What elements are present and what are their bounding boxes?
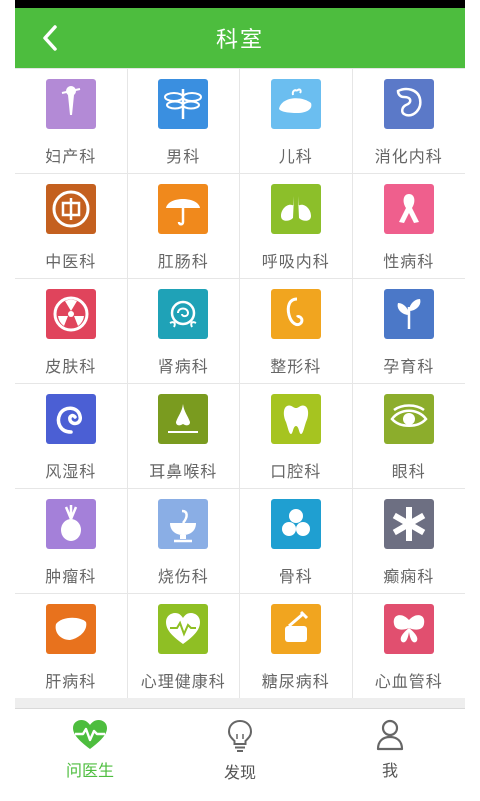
department-item[interactable]: 肝病科 xyxy=(15,594,128,699)
grid-bottom-spacer xyxy=(15,698,465,708)
department-label: 呼吸内科 xyxy=(261,252,330,271)
department-item[interactable]: 整形科 xyxy=(240,279,353,384)
department-item[interactable]: 性病科 xyxy=(352,174,465,279)
eye-icon xyxy=(383,394,434,444)
star-of-life-icon xyxy=(383,499,434,549)
department-item[interactable]: 消化内科 xyxy=(352,69,465,174)
sprout-icon xyxy=(383,289,434,339)
department-label: 孕育科 xyxy=(383,357,435,376)
person-icon xyxy=(376,719,404,751)
tab-ask-doctor[interactable]: 问医生 xyxy=(15,709,165,801)
department-item[interactable]: 肿瘤科 xyxy=(15,489,128,594)
department-label: 眼科 xyxy=(391,462,426,481)
department-item[interactable]: 肛肠科 xyxy=(127,174,240,279)
bone-joint-icon xyxy=(270,499,321,549)
nose-icon xyxy=(158,394,209,444)
department-label: 风湿科 xyxy=(45,462,97,481)
department-item[interactable]: 眼科 xyxy=(352,384,465,489)
page-title: 科室 xyxy=(215,28,264,53)
radiation-icon xyxy=(45,289,96,339)
status-bar xyxy=(15,0,465,8)
department-item[interactable]: 孕育科 xyxy=(352,279,465,384)
department-label: 肛肠科 xyxy=(157,252,209,271)
pineapple-icon xyxy=(45,499,96,549)
department-label: 整形科 xyxy=(270,357,322,376)
department-label: 肝病科 xyxy=(45,672,97,691)
department-label: 妇产科 xyxy=(45,147,97,166)
department-item[interactable]: 皮肤科 xyxy=(15,279,128,384)
department-item[interactable]: 耳鼻喉科 xyxy=(127,384,240,489)
female-figure-icon xyxy=(45,79,96,129)
department-label: 男科 xyxy=(166,147,201,166)
department-item[interactable]: 烧伤科 xyxy=(127,489,240,594)
department-label: 肿瘤科 xyxy=(45,567,97,586)
lightbulb-icon xyxy=(227,719,253,752)
department-item[interactable]: 风湿科 xyxy=(15,384,128,489)
department-item[interactable]: 口腔科 xyxy=(240,384,353,489)
department-item[interactable]: 中医科 xyxy=(15,174,128,279)
department-label: 中医科 xyxy=(45,252,97,271)
dragonfly-icon xyxy=(158,79,209,129)
department-item[interactable]: 癫痫科 xyxy=(352,489,465,594)
pharmacy-bowl-icon xyxy=(158,499,209,549)
whale-icon xyxy=(270,79,321,129)
header-bar: 科室 xyxy=(15,8,465,68)
liver-icon xyxy=(45,604,96,654)
department-item[interactable]: 心理健康科 xyxy=(127,594,240,699)
department-item[interactable]: 妇产科 xyxy=(15,69,128,174)
ribbon-icon xyxy=(383,184,434,234)
tab-discover[interactable]: 发现 xyxy=(165,709,315,801)
department-label: 糖尿病科 xyxy=(261,672,330,691)
department-item[interactable]: 心血管科 xyxy=(352,594,465,699)
department-item[interactable]: 骨科 xyxy=(240,489,353,594)
department-item[interactable]: 呼吸内科 xyxy=(240,174,353,279)
chinese-coin-icon xyxy=(45,184,96,234)
department-label: 耳鼻喉科 xyxy=(149,462,218,481)
department-label: 骨科 xyxy=(278,567,313,586)
spiral-icon xyxy=(45,394,96,444)
tab-label: 问医生 xyxy=(65,761,114,780)
heart-pulse-icon xyxy=(73,720,107,749)
department-label: 消化内科 xyxy=(374,147,443,166)
department-label: 儿科 xyxy=(278,147,313,166)
department-item[interactable]: 男科 xyxy=(127,69,240,174)
heartbeat-icon xyxy=(158,604,209,654)
department-label: 肾病科 xyxy=(157,357,209,376)
rose-icon xyxy=(158,289,209,339)
app-frame: 科室 妇产科 男科 儿科 消化内科中医科 肛肠科 呼吸内科 性病科皮肤科 肾病科 整形科 孕育科风… xyxy=(15,0,465,801)
tab-label: 发现 xyxy=(223,763,256,782)
umbrella-icon xyxy=(158,184,209,234)
insulin-icon xyxy=(270,604,321,654)
department-label: 性病科 xyxy=(383,252,435,271)
tab-me[interactable]: 我 xyxy=(315,709,465,801)
department-label: 口腔科 xyxy=(270,462,322,481)
face-outline-icon xyxy=(270,289,321,339)
stomach-icon xyxy=(383,79,434,129)
department-item[interactable]: 儿科 xyxy=(240,69,353,174)
lungs-icon xyxy=(270,184,321,234)
department-item[interactable]: 糖尿病科 xyxy=(240,594,353,699)
tab-label: 我 xyxy=(381,761,398,780)
back-arrow-icon xyxy=(43,25,57,51)
department-label: 心理健康科 xyxy=(140,672,226,691)
department-label: 癫痫科 xyxy=(383,567,435,586)
department-grid: 妇产科 男科 儿科 消化内科中医科 肛肠科 呼吸内科 性病科皮肤科 肾病科 整形科 孕育科风湿科 耳… xyxy=(15,68,465,699)
department-label: 皮肤科 xyxy=(45,357,97,376)
back-button[interactable] xyxy=(29,16,73,60)
department-label: 心血管科 xyxy=(374,672,443,691)
tooth-icon xyxy=(270,394,321,444)
butterfly-icon xyxy=(383,604,434,654)
bottom-tab-bar: 问医生 发现 我 xyxy=(15,708,465,801)
department-label: 烧伤科 xyxy=(157,567,209,586)
department-item[interactable]: 肾病科 xyxy=(127,279,240,384)
